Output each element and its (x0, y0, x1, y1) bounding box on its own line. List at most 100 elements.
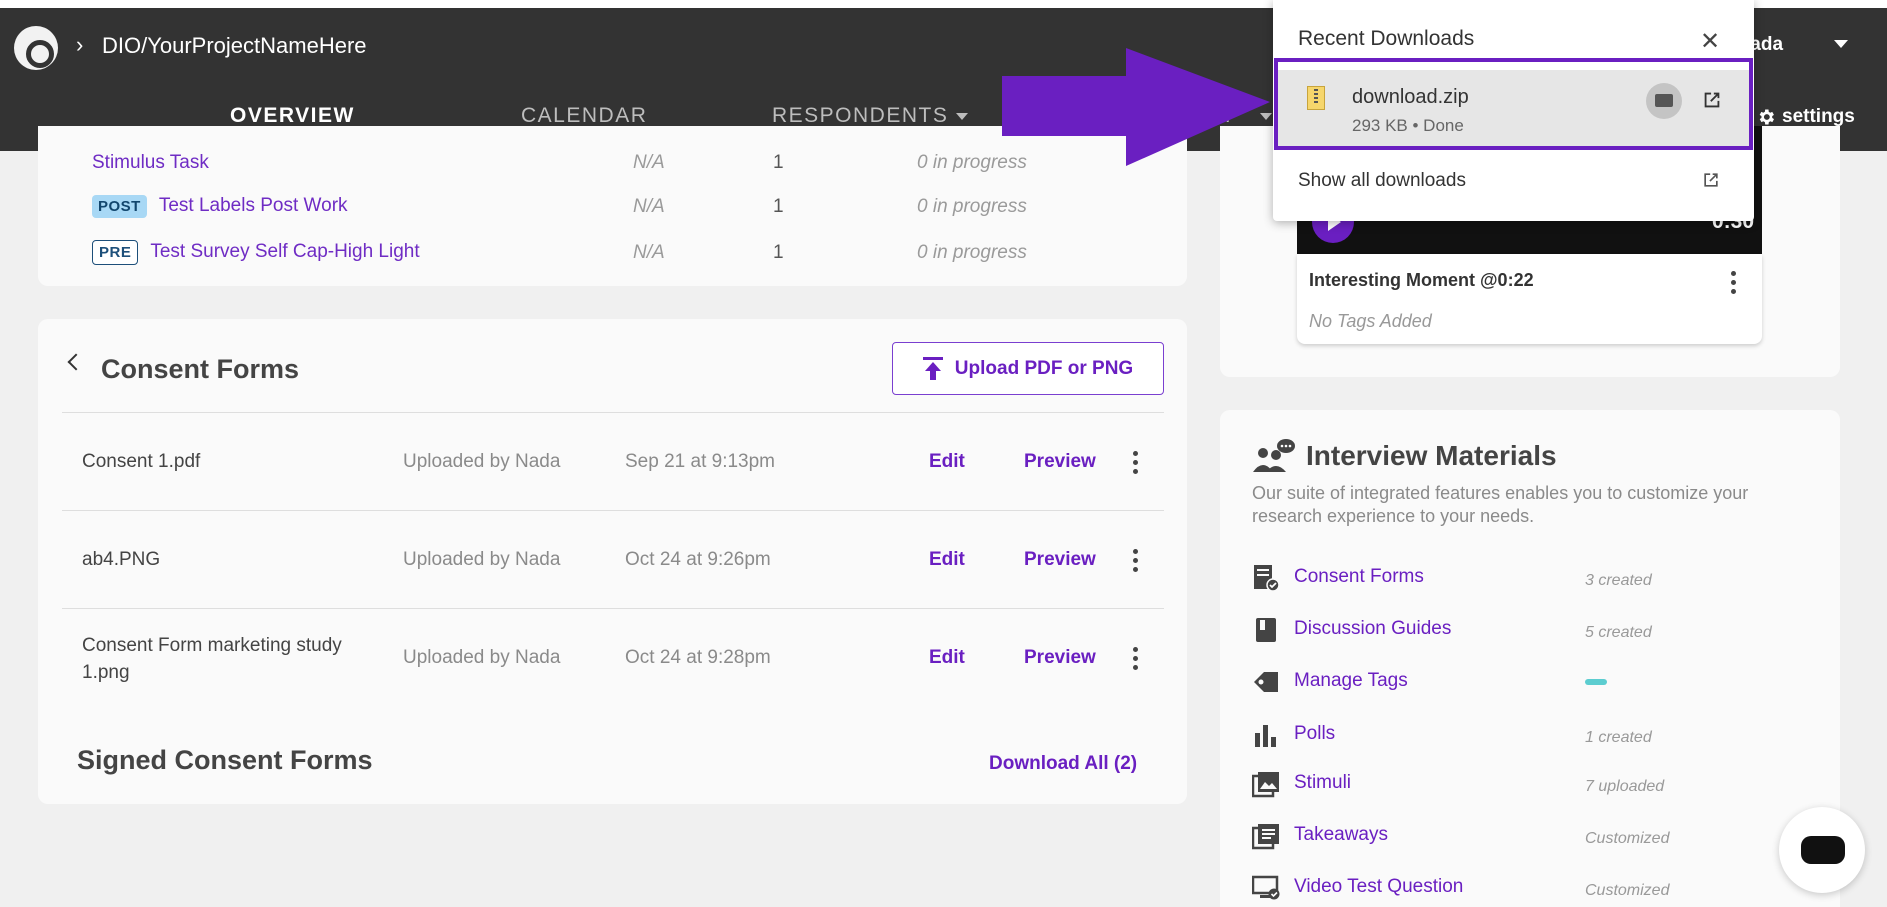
edit-button[interactable]: Edit (929, 647, 965, 669)
consent-forms-title: Consent Forms (101, 354, 300, 384)
annotation-arrow-icon (1002, 48, 1270, 166)
preview-button[interactable]: Preview (1024, 451, 1096, 473)
task-count: 1 (773, 242, 784, 263)
show-all-downloads-link[interactable]: Show all downloads (1298, 170, 1466, 192)
material-link[interactable]: Manage Tags (1294, 670, 1408, 692)
respondents-caret-icon (956, 112, 969, 120)
pre-badge: PRE (92, 239, 139, 265)
post-badge: POST (92, 194, 147, 218)
tag-icon (1254, 672, 1278, 692)
folder-icon[interactable] (1646, 83, 1682, 119)
breadcrumb-chevron-icon: › (76, 32, 84, 57)
material-meta: 3 created (1585, 572, 1652, 589)
consent-upload-date: Sep 21 at 9:13pm (625, 451, 775, 472)
task-date: N/A (633, 152, 665, 173)
task-name[interactable]: Test Survey Self Cap-High Light (150, 241, 419, 263)
consent-file-name: Consent Form marketing study (82, 635, 342, 656)
upload-button-label: Upload PDF or PNG (954, 357, 1134, 379)
consent-upload-date: Oct 24 at 9:26pm (625, 549, 771, 570)
task-status: 0 in progress (917, 196, 1027, 217)
consent-file-name-line2: 1.png (82, 662, 130, 683)
material-item-polls[interactable]: Polls 1 created (1252, 719, 1812, 751)
divider (62, 510, 1164, 511)
close-icon[interactable]: ✕ (1700, 27, 1720, 55)
material-item-manage-tags[interactable]: Manage Tags (1252, 666, 1812, 698)
download-file-name[interactable]: download.zip (1352, 86, 1469, 109)
task-row[interactable]: POST Test Labels Post Work (92, 191, 348, 221)
image-icon (1252, 772, 1279, 798)
material-link[interactable]: Video Test Question (1294, 876, 1463, 898)
material-meta: Customized (1585, 830, 1670, 847)
material-meta: Customized (1585, 882, 1670, 899)
material-link[interactable]: Consent Forms (1294, 566, 1424, 588)
settings-link[interactable]: settings (1756, 106, 1855, 128)
tab-overview[interactable]: OVERVIEW (230, 104, 355, 128)
edit-button[interactable]: Edit (929, 451, 965, 473)
material-link[interactable]: Discussion Guides (1294, 618, 1451, 640)
chat-launcher-icon[interactable] (1779, 807, 1865, 893)
zip-file-icon (1307, 86, 1325, 110)
moment-tags: No Tags Added (1309, 311, 1432, 331)
more-options-icon[interactable] (1133, 549, 1138, 576)
signed-consent-forms-title: Signed Consent Forms (77, 745, 373, 775)
material-item-discussion-guides[interactable]: Discussion Guides 5 created (1252, 614, 1812, 646)
task-count: 1 (773, 196, 784, 217)
task-name[interactable]: Test Labels Post Work (159, 195, 348, 217)
open-external-icon[interactable] (1701, 89, 1723, 111)
task-date: N/A (633, 242, 665, 263)
task-row[interactable]: PRE Test Survey Self Cap-High Light (92, 237, 420, 267)
divider (62, 412, 1164, 413)
download-item[interactable] (1275, 70, 1752, 148)
material-meta: 5 created (1585, 624, 1652, 641)
more-options-icon[interactable] (1133, 647, 1138, 674)
material-meta: 7 uploaded (1585, 778, 1665, 795)
interview-materials-title: Interview Materials (1306, 440, 1557, 471)
preview-button[interactable]: Preview (1024, 549, 1096, 571)
gear-icon (1759, 109, 1774, 125)
material-link[interactable]: Polls (1294, 723, 1335, 745)
consent-file-name: ab4.PNG (82, 549, 161, 570)
material-item-stimuli[interactable]: Stimuli 7 uploaded (1252, 768, 1812, 800)
takeaways-icon (1252, 824, 1279, 850)
interview-materials-description: Our suite of integrated features enables… (1252, 483, 1749, 526)
download-status: 293 KB • Done (1352, 116, 1464, 135)
upload-pdf-png-button[interactable]: Upload PDF or PNG (892, 342, 1164, 395)
material-link[interactable]: Takeaways (1294, 824, 1388, 846)
tab-calendar[interactable]: CALENDAR (521, 104, 647, 128)
task-name[interactable]: Stimulus Task (92, 152, 209, 174)
task-status: 0 in progress (917, 242, 1027, 263)
settings-label: settings (1782, 106, 1855, 127)
consent-upload-date: Oct 24 at 9:28pm (625, 647, 771, 668)
more-options-icon[interactable] (1731, 271, 1736, 298)
user-menu-caret-icon[interactable] (1834, 40, 1848, 48)
consent-uploaded-by: Uploaded by Nada (403, 549, 561, 570)
bar-chart-icon (1255, 725, 1276, 747)
moment-title: Interesting Moment @0:22 (1309, 270, 1534, 290)
tab-respondents-label: RESPONDENTS (772, 104, 949, 127)
material-item-consent-forms[interactable]: Consent Forms 3 created (1252, 562, 1812, 594)
download-all-button[interactable]: Download All (2) (989, 753, 1137, 775)
tags-indicator (1585, 679, 1607, 685)
book-icon (1256, 618, 1276, 642)
open-external-icon[interactable] (1701, 170, 1721, 190)
consent-file-name: Consent 1.pdf (82, 451, 201, 472)
recent-downloads-title: Recent Downloads (1298, 27, 1475, 50)
consent-uploaded-by: Uploaded by Nada (403, 647, 561, 668)
people-chat-icon (1253, 439, 1295, 472)
edit-button[interactable]: Edit (929, 549, 965, 571)
material-link[interactable]: Stimuli (1294, 772, 1351, 794)
upload-icon (922, 356, 943, 380)
breadcrumb-project[interactable]: DIO/YourProjectNameHere (102, 33, 367, 59)
material-item-takeaways[interactable]: Takeaways Customized (1252, 820, 1812, 852)
divider (62, 608, 1164, 609)
task-count: 1 (773, 152, 784, 173)
more-options-icon[interactable] (1133, 451, 1138, 478)
tab-respondents[interactable]: RESPONDENTS (772, 104, 969, 128)
material-item-video-test-question[interactable]: Video Test Question Customized (1252, 872, 1812, 904)
app-logo[interactable] (14, 26, 58, 70)
preview-button[interactable]: Preview (1024, 647, 1096, 669)
video-test-icon (1252, 875, 1280, 900)
task-row[interactable]: Stimulus Task (92, 148, 209, 178)
consent-forms-icon (1254, 565, 1280, 592)
consent-uploaded-by: Uploaded by Nada (403, 451, 561, 472)
